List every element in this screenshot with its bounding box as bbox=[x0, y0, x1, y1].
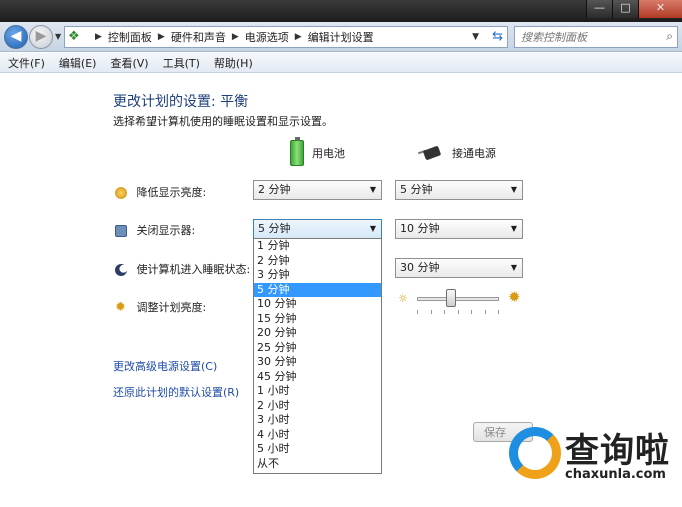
chevron-right-icon: ▶ bbox=[157, 32, 165, 42]
dropdown-option[interactable]: 3 分钟 bbox=[254, 268, 381, 283]
menu-help[interactable]: 帮助(H) bbox=[214, 55, 253, 71]
turn-off-display-plugged-select[interactable]: 10 分钟 ▼ bbox=[395, 219, 523, 239]
row-dim-display-label: 降低显示亮度: bbox=[136, 186, 207, 199]
dropdown-option[interactable]: 1 小时 bbox=[254, 384, 381, 399]
breadcrumb-edit-plan[interactable]: 编辑计划设置 bbox=[308, 29, 374, 45]
row-brightness-label: 调整计划亮度: bbox=[136, 301, 207, 314]
dropdown-option[interactable]: 5 小时 bbox=[254, 442, 381, 457]
advanced-power-settings-link[interactable]: 更改高级电源设置(C) bbox=[113, 358, 217, 374]
search-box: ⌕ bbox=[514, 26, 678, 48]
column-battery: 用电池 bbox=[290, 137, 345, 166]
dim-display-icon bbox=[115, 187, 127, 199]
breadcrumb: ▶ 控制面板 ▶ 硬件和声音 ▶ 电源选项 ▶ 编辑计划设置 bbox=[89, 27, 374, 47]
dim-display-plugged-select[interactable]: 5 分钟 ▼ bbox=[395, 180, 523, 200]
turn-off-display-battery-value: 5 分钟 bbox=[258, 222, 291, 235]
refresh-icon[interactable]: ⇆ bbox=[492, 28, 503, 46]
breadcrumb-control-panel[interactable]: 控制面板 bbox=[108, 29, 152, 45]
address-bar: ◀ ▶ ▼ ❖ ▶ 控制面板 ▶ 硬件和声音 ▶ 电源选项 ▶ 编辑计划设置 ▼… bbox=[0, 22, 682, 52]
search-input[interactable] bbox=[515, 27, 655, 47]
address-field[interactable]: ❖ ▶ 控制面板 ▶ 硬件和声音 ▶ 电源选项 ▶ 编辑计划设置 ▼ ⇆ bbox=[64, 26, 508, 48]
forward-button[interactable]: ▶ bbox=[29, 25, 53, 49]
breadcrumb-power-options[interactable]: 电源选项 bbox=[245, 29, 289, 45]
dropdown-option[interactable]: 20 分钟 bbox=[254, 326, 381, 341]
main-content: 更改计划的设置: 平衡 选择希望计算机使用的睡眠设置和显示设置。 用电池 接通电… bbox=[0, 74, 682, 507]
brightness-slider-ticks bbox=[417, 310, 499, 314]
chevron-down-icon: ▼ bbox=[369, 185, 376, 194]
control-panel-icon: ❖ bbox=[68, 29, 80, 44]
row-dim-display: 降低显示亮度: bbox=[115, 184, 206, 200]
chevron-down-icon: ▼ bbox=[510, 185, 517, 194]
moon-icon bbox=[115, 264, 127, 276]
search-icon[interactable]: ⌕ bbox=[666, 29, 673, 44]
chevron-down-icon: ▼ bbox=[510, 263, 517, 272]
watermark-url: chaxunla.com bbox=[565, 467, 666, 482]
chevron-right-icon: ▶ bbox=[231, 32, 239, 42]
menu-tools[interactable]: 工具(T) bbox=[163, 55, 200, 71]
turn-off-display-plugged-value: 10 分钟 bbox=[400, 222, 440, 235]
dropdown-option[interactable]: 30 分钟 bbox=[254, 355, 381, 370]
chevron-down-icon: ▼ bbox=[510, 224, 517, 233]
sleep-plugged-select[interactable]: 30 分钟 ▼ bbox=[395, 258, 523, 278]
brightness-slider-thumb[interactable] bbox=[445, 289, 456, 307]
sun-icon: ✹ bbox=[115, 300, 126, 315]
chevron-right-icon: ▶ bbox=[95, 32, 102, 42]
back-button[interactable]: ◀ bbox=[4, 25, 28, 49]
sleep-plugged-value: 30 分钟 bbox=[400, 261, 440, 274]
brightness-slider-track[interactable] bbox=[417, 297, 499, 301]
watermark-logo-icon bbox=[509, 427, 561, 479]
title-bar: — □ ✕ bbox=[0, 0, 682, 22]
menu-edit[interactable]: 编辑(E) bbox=[59, 55, 97, 71]
menu-view[interactable]: 查看(V) bbox=[110, 55, 148, 71]
watermark-text: 查询啦 bbox=[565, 431, 670, 471]
dropdown-option[interactable]: 2 分钟 bbox=[254, 254, 381, 269]
page-subtitle: 选择希望计算机使用的睡眠设置和显示设置。 bbox=[113, 115, 333, 128]
address-history-dropdown[interactable]: ▼ bbox=[472, 29, 479, 45]
row-sleep-label: 使计算机进入睡眠状态: bbox=[136, 263, 251, 276]
dropdown-option[interactable]: 1 分钟 bbox=[254, 239, 381, 254]
row-brightness: ✹ 调整计划亮度: bbox=[115, 299, 206, 315]
brightness-high-icon: ✹ bbox=[508, 288, 521, 306]
dim-display-battery-select[interactable]: 2 分钟 ▼ bbox=[253, 180, 382, 200]
turn-off-display-battery-select[interactable]: 5 分钟 ▼ bbox=[253, 219, 382, 239]
restore-defaults-link[interactable]: 还原此计划的默认设置(R) bbox=[113, 384, 239, 400]
arrow-right-icon: ▶ bbox=[35, 28, 47, 44]
menu-file[interactable]: 文件(F) bbox=[8, 55, 45, 71]
turn-off-display-dropdown-list: 1 分钟 2 分钟 3 分钟 5 分钟 10 分钟 15 分钟 20 分钟 25 分钟 30 分… bbox=[253, 238, 382, 474]
row-turn-off-display-label: 关闭显示器: bbox=[136, 224, 196, 237]
page-title: 更改计划的设置: 平衡 bbox=[113, 94, 249, 110]
watermark: 查询啦 chaxunla.com bbox=[505, 419, 682, 507]
monitor-icon bbox=[115, 225, 127, 237]
row-turn-off-display: 关闭显示器: bbox=[115, 222, 195, 238]
dim-display-battery-value: 2 分钟 bbox=[258, 183, 291, 196]
dim-display-plugged-value: 5 分钟 bbox=[400, 183, 433, 196]
dropdown-option[interactable]: 15 分钟 bbox=[254, 312, 381, 327]
dropdown-option[interactable]: 45 分钟 bbox=[254, 370, 381, 385]
recent-pages-dropdown[interactable]: ▼ bbox=[55, 32, 61, 41]
dropdown-option[interactable]: 10 分钟 bbox=[254, 297, 381, 312]
breadcrumb-hardware-sound[interactable]: 硬件和声音 bbox=[171, 29, 226, 45]
row-sleep: 使计算机进入睡眠状态: bbox=[115, 261, 250, 277]
power-plug-icon bbox=[417, 145, 444, 161]
column-plugged: 接通电源 bbox=[417, 145, 496, 161]
brightness-low-icon: ☼ bbox=[398, 292, 408, 305]
window-controls: — □ ✕ bbox=[586, 0, 682, 18]
dropdown-option[interactable]: 5 分钟 bbox=[254, 282, 381, 297]
menu-bar: 文件(F) 编辑(E) 查看(V) 工具(T) 帮助(H) bbox=[0, 53, 682, 73]
chevron-down-icon: ▼ bbox=[369, 224, 376, 233]
chevron-down-icon: ▼ bbox=[55, 32, 62, 41]
dropdown-option[interactable]: 3 小时 bbox=[254, 413, 381, 428]
arrow-left-icon: ◀ bbox=[10, 28, 22, 44]
dropdown-option[interactable]: 从不 bbox=[254, 457, 381, 472]
dropdown-option[interactable]: 25 分钟 bbox=[254, 341, 381, 356]
maximize-button[interactable]: □ bbox=[612, 0, 638, 18]
battery-icon bbox=[290, 137, 304, 166]
column-battery-label: 用电池 bbox=[312, 147, 345, 160]
chevron-right-icon: ▶ bbox=[294, 32, 302, 42]
minimize-button[interactable]: — bbox=[586, 0, 612, 18]
dropdown-option[interactable]: 2 小时 bbox=[254, 399, 381, 414]
column-plugged-label: 接通电源 bbox=[452, 147, 496, 160]
dropdown-option[interactable]: 4 小时 bbox=[254, 428, 381, 443]
close-button[interactable]: ✕ bbox=[638, 0, 682, 18]
